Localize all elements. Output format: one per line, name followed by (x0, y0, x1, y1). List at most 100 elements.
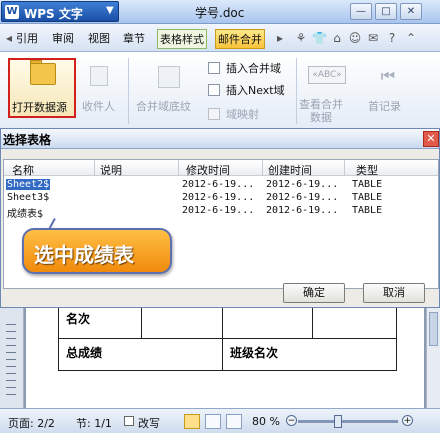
column-header-name[interactable]: 名称 (12, 162, 34, 178)
table-row[interactable]: 成绩表$ 2012-6-19... 2012-6-19... TABLE (4, 205, 438, 220)
zoom-out-icon[interactable]: − (286, 415, 297, 426)
table-cell[interactable]: 总成绩 (66, 344, 102, 361)
tab-references[interactable]: 引用 (14, 29, 40, 49)
table-border (396, 308, 397, 370)
column-header-modified[interactable]: 修改时间 (186, 162, 230, 178)
shirt-icon[interactable]: 👕 (312, 31, 327, 45)
tab-view[interactable]: 视图 (86, 29, 112, 49)
insert-merge-field-button[interactable]: 插入合并域 (226, 60, 281, 76)
merge-field-shading-button[interactable]: 合并域底纹 (136, 98, 191, 114)
ribbon-separator (128, 58, 129, 124)
column-header-type[interactable]: 类型 (356, 162, 378, 178)
row-modified: 2012-6-19... (182, 205, 255, 216)
home-icon[interactable]: ⌂ (330, 31, 344, 45)
column-separator[interactable] (262, 160, 263, 176)
status-bar: 页面: 2/2 节: 1/1 改写 80 % − + (0, 408, 440, 433)
insert-merge-field-icon (208, 62, 220, 74)
zoom-in-icon[interactable]: + (402, 415, 413, 426)
zoom-level: 80 % (252, 415, 280, 428)
close-window-button[interactable]: ✕ (400, 3, 422, 20)
row-created: 2012-6-19... (266, 192, 339, 203)
ruler-ticks (6, 318, 16, 400)
column-separator[interactable] (344, 160, 345, 176)
cancel-button[interactable]: 取消 (363, 283, 425, 303)
web-view-icon[interactable] (226, 414, 242, 429)
table-border (58, 308, 59, 370)
section-indicator: 节: 1/1 (76, 417, 112, 430)
overwrite-mode-label[interactable]: 改写 (138, 415, 160, 431)
insert-next-field-icon (208, 84, 220, 96)
minimize-button[interactable]: — (350, 3, 372, 20)
chevron-up-icon[interactable]: ⌃ (404, 31, 418, 45)
column-separator[interactable] (94, 160, 95, 176)
open-data-source-button[interactable]: 打开数据源 (8, 58, 76, 118)
community-icon[interactable]: ☺ (348, 31, 362, 45)
document-page[interactable]: 名次 总成绩 班级名次 (26, 308, 424, 408)
scrollbar-thumb[interactable] (429, 312, 438, 346)
callout-text: 选中成绩表 (34, 243, 134, 267)
column-header-description[interactable]: 说明 (100, 162, 122, 178)
document-title: 学号.doc (195, 6, 245, 20)
dialog-close-button[interactable]: ✕ (423, 131, 439, 147)
column-separator[interactable] (178, 160, 179, 176)
insert-next-field-button[interactable]: 插入Next域 (226, 82, 285, 98)
annotation-callout: 选中成绩表 (22, 228, 172, 274)
view-merged-data-button[interactable]: 查看合并数据 (296, 98, 346, 124)
table-cell[interactable]: 班级名次 (230, 344, 278, 361)
title-bar: W WPS 文字 ▼ 学号.doc — □ ✕ (0, 0, 440, 24)
row-modified: 2012-6-19... (182, 192, 255, 203)
first-record-icon: ⏮ (380, 66, 396, 85)
zoom-slider-handle[interactable] (334, 415, 342, 428)
open-data-source-label: 打开数据源 (12, 101, 67, 114)
app-name: WPS 文字 (24, 7, 83, 21)
folder-open-icon (30, 63, 56, 85)
dialog-title: 选择表格 (3, 133, 52, 147)
page-indicator: 页面: 2/2 (8, 417, 55, 430)
chat-icon[interactable]: ✉ (366, 31, 380, 45)
table-border (141, 308, 142, 338)
field-mapping-icon (208, 108, 220, 120)
table-border (312, 308, 313, 338)
row-created: 2012-6-19... (266, 179, 339, 190)
chevron-down-icon: ▼ (106, 5, 114, 16)
overwrite-checkbox[interactable] (124, 416, 134, 426)
skin-icon[interactable]: ⚘ (294, 31, 308, 45)
column-header-created[interactable]: 创建时间 (268, 162, 312, 178)
dialog-title-bar: 选择表格 ✕ (1, 129, 439, 149)
select-table-dialog: 选择表格 ✕ 名称 说明 修改时间 创建时间 类型 Sheet2$ 2012-6… (0, 128, 440, 308)
recipients-icon (90, 66, 108, 86)
row-name: 成绩表$ (7, 209, 44, 220)
table-border (58, 370, 397, 371)
tab-review[interactable]: 审阅 (50, 29, 76, 49)
table-row[interactable]: Sheet2$ 2012-6-19... 2012-6-19... TABLE (4, 179, 438, 191)
row-type: TABLE (352, 192, 383, 203)
row-created: 2012-6-19... (266, 205, 339, 216)
restore-button[interactable]: □ (375, 3, 397, 20)
tab-mail-merge[interactable]: 邮件合并 (215, 29, 265, 49)
row-name: Sheet3$ (7, 192, 50, 203)
table-row[interactable]: Sheet3$ 2012-6-19... 2012-6-19... TABLE (4, 192, 438, 204)
row-type: TABLE (352, 205, 383, 216)
tab-scroll-right-icon[interactable]: ▸ (273, 31, 287, 45)
view-merged-data-icon: «ABC» (308, 66, 346, 84)
table-border (222, 308, 223, 370)
ribbon-tab-bar: ◂ 引用 审阅 视图 章节 表格样式 邮件合并 ▸ ⚘ 👕 ⌂ ☺ ✉ ? ⌃ (0, 24, 440, 52)
tab-sections[interactable]: 章节 (121, 29, 147, 49)
zoom-slider[interactable] (298, 420, 398, 423)
outline-view-icon[interactable] (205, 414, 221, 429)
row-modified: 2012-6-19... (182, 179, 255, 190)
ok-button[interactable]: 确定 (283, 283, 345, 303)
table-border (58, 338, 397, 339)
table-cell[interactable]: 名次 (66, 310, 90, 327)
first-record-button[interactable]: 首记录 (368, 98, 401, 114)
help-icon[interactable]: ? (385, 31, 399, 45)
field-mapping-button[interactable]: 域映射 (226, 106, 259, 122)
vertical-ruler (0, 308, 24, 408)
page-view-icon[interactable] (184, 414, 200, 429)
wps-logo-icon: W (5, 5, 19, 19)
recipients-button[interactable]: 收件人 (82, 98, 115, 114)
row-type: TABLE (352, 179, 383, 190)
app-menu-button[interactable]: W WPS 文字 ▼ (1, 1, 119, 22)
tab-table-style[interactable]: 表格样式 (157, 29, 207, 49)
vertical-scrollbar[interactable] (426, 308, 440, 408)
